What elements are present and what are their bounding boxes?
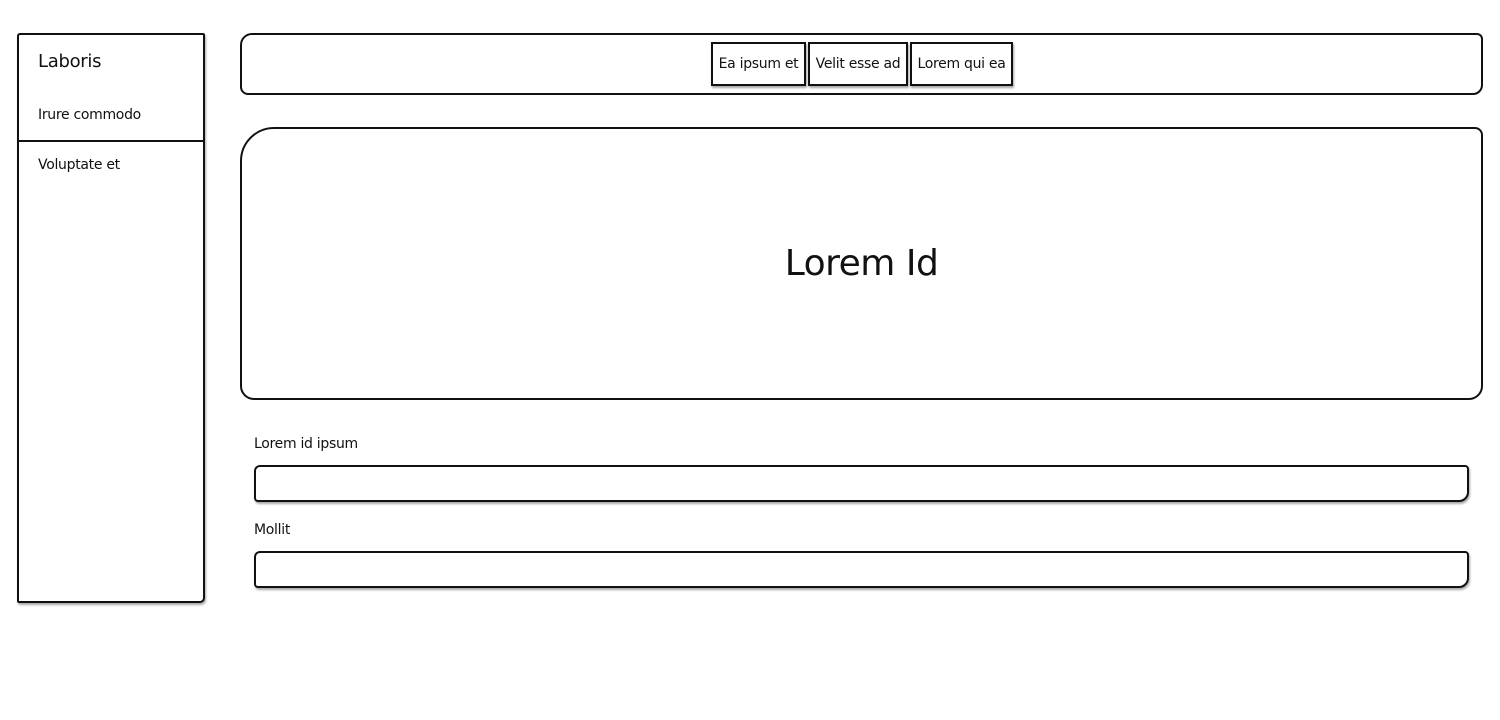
sidebar-item-irure-commodo[interactable]: Irure commodo [38, 107, 141, 123]
tab-lorem-qui-ea[interactable]: Lorem qui ea [910, 42, 1013, 86]
tab-velit-esse-ad[interactable]: Velit esse ad [808, 42, 908, 86]
tab-group: Ea ipsum et Velit esse ad Lorem qui ea [711, 42, 1013, 86]
sidebar-divider [19, 140, 203, 142]
lorem-id-ipsum-input[interactable] [254, 465, 1469, 502]
sidebar-item-voluptate-et[interactable]: Voluptate et [38, 157, 120, 173]
hero-banner: Lorem Id [240, 127, 1483, 400]
hero-title: Lorem Id [784, 243, 939, 284]
sidebar-title: Laboris [38, 51, 102, 72]
field-label-mollit: Mollit [254, 522, 291, 538]
sidebar: Laboris Irure commodo Voluptate et [17, 33, 205, 603]
field-label-lorem-id-ipsum: Lorem id ipsum [254, 436, 358, 452]
mollit-input[interactable] [254, 551, 1469, 588]
tab-ea-ipsum-et[interactable]: Ea ipsum et [711, 42, 806, 86]
